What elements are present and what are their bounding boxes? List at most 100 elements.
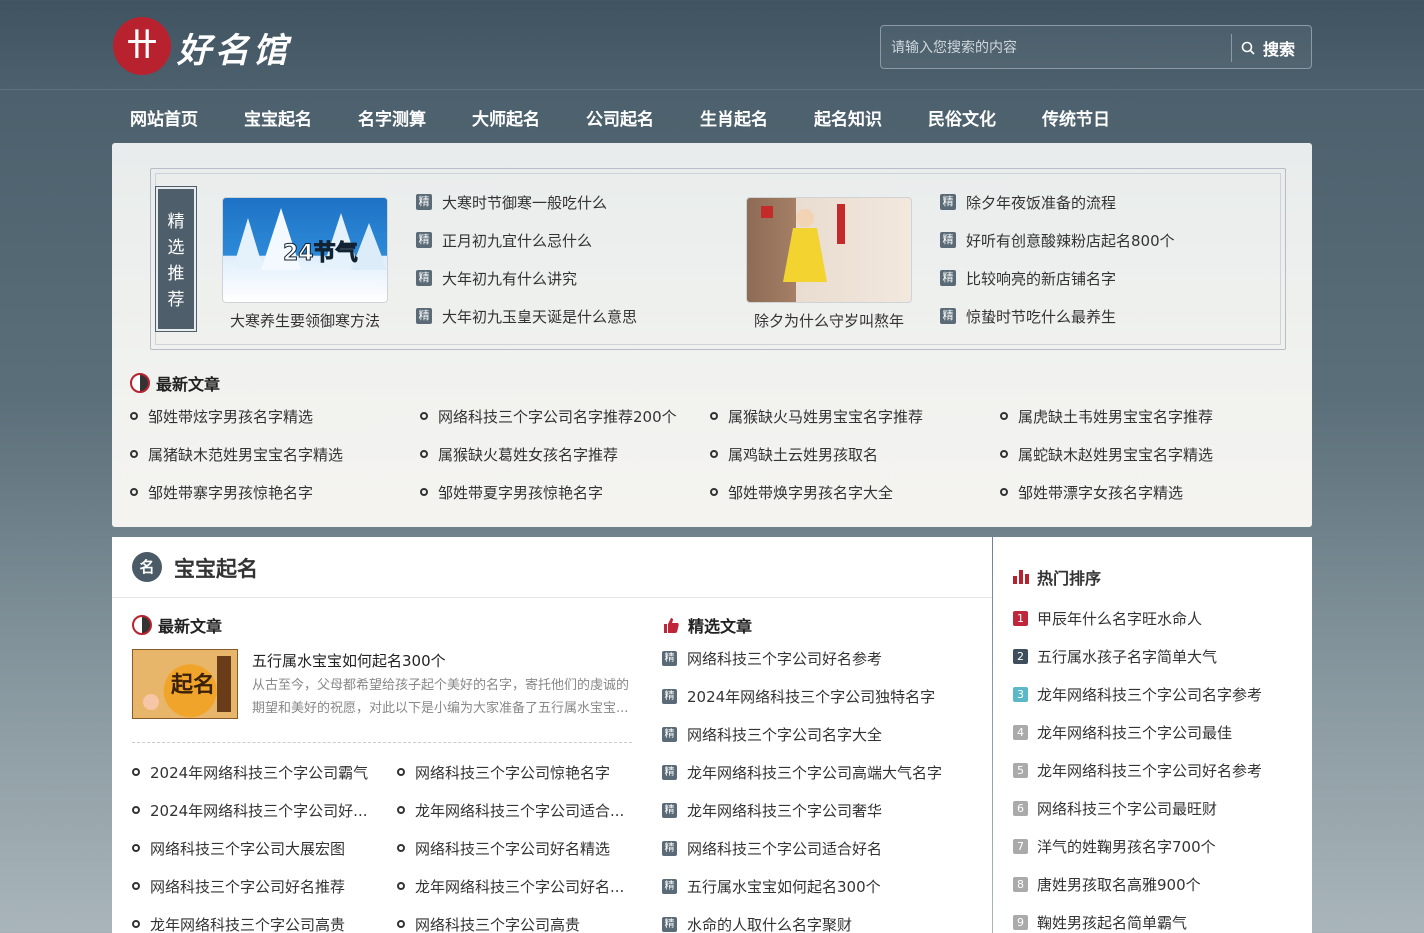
jing-badge: 精 [416,270,432,286]
list-item[interactable]: 属猴缺火葛姓女孩名字推荐 [420,435,710,473]
section-title: 精选文章 [688,617,753,636]
item-text: 邹姓带炫字男孩名字精选 [148,407,314,426]
featured-thumb-1[interactable]: 24节气 [222,197,388,303]
list-item[interactable]: 龙年网络科技三个字公司适合... [397,791,652,829]
nav-item-master-naming[interactable]: 大师起名 [472,105,540,131]
list-item[interactable]: 网络科技三个字公司名字推荐200个 [420,397,710,435]
list-item[interactable]: 网络科技三个字公司大展宏图 [132,829,397,867]
jing-badge: 精 [940,232,956,248]
item-text: 邹姓带寨字男孩惊艳名字 [148,483,314,502]
item-text: 鞠姓男孩起名简单霸气 [1037,913,1188,932]
nav-item-traditional-festivals[interactable]: 传统节日 [1042,105,1110,131]
list-item[interactable]: 邹姓带焕字男孩名字大全 [710,473,1000,511]
bullet-icon [397,844,405,852]
item-text: 惊蛰时节吃什么最养生 [966,307,1117,326]
item-text: 属虎缺土韦姓男宝宝名字推荐 [1018,407,1214,426]
list-item[interactable]: 精水命的人取什么名字聚财 [662,905,942,933]
list-item[interactable]: 邹姓带寨字男孩惊艳名字 [130,473,420,511]
bar-chart-icon [1013,570,1029,584]
rank-item[interactable]: 5 龙年网络科技三个字公司好名参考 [1013,751,1262,789]
list-item[interactable]: 网络科技三个字公司好名推荐 [132,867,397,905]
list-item[interactable]: 精五行属水宝宝如何起名300个 [662,867,942,905]
list-item[interactable]: 精好听有创意酸辣粉店起名800个 [940,221,1175,259]
featured-caption-1[interactable]: 大寒养生要领御寒方法 [215,310,395,331]
nav-item-company-naming[interactable]: 公司起名 [586,105,654,131]
list-item[interactable]: 精龙年网络科技三个字公司奢华 [662,791,942,829]
rank-item[interactable]: 1 甲辰年什么名字旺水命人 [1013,599,1262,637]
item-text: 网络科技三个字公司大展宏图 [150,839,346,858]
bullet-icon [130,488,138,496]
rank-item[interactable]: 9 鞠姓男孩起名简单霸气 [1013,903,1262,933]
list-item[interactable]: 精龙年网络科技三个字公司高端大气名字 [662,753,942,791]
yinyang-icon [132,615,152,635]
search-button-label: 搜索 [1263,40,1296,59]
nav-item-name-test[interactable]: 名字测算 [358,105,426,131]
section-header: 名 宝宝起名 [112,537,992,598]
rank-item[interactable]: 2 五行属水孩子名字简单大气 [1013,637,1262,675]
list-item[interactable]: 属蛇缺木赵姓男宝宝名字精选 [1000,435,1290,473]
list-item[interactable]: 邹姓带漂字女孩名字精选 [1000,473,1290,511]
list-item[interactable]: 龙年网络科技三个字公司好名... [397,867,652,905]
list-item[interactable]: 网络科技三个字公司好名精选 [397,829,652,867]
list-item[interactable]: 网络科技三个字公司惊艳名字 [397,753,652,791]
list-item[interactable]: 邹姓带炫字男孩名字精选 [130,397,420,435]
section-title: 最新文章 [158,617,223,636]
rank-item[interactable]: 7 洋气的姓鞠男孩名字700个 [1013,827,1262,865]
list-item[interactable]: 精惊蛰时节吃什么最养生 [940,297,1175,335]
featured-list-1: 精大寒时节御寒一般吃什么 精正月初九宜什么忌什么 精大年初九有什么讲究 精大年初… [416,183,637,335]
bullet-icon [132,882,140,890]
list-item[interactable]: 精大年初九有什么讲究 [416,259,637,297]
search-button[interactable]: 搜索 [1241,35,1295,61]
rank-number: 7 [1013,838,1028,854]
bullet-icon [130,412,138,420]
list-item[interactable]: 属猴缺火马姓男宝宝名字推荐 [710,397,1000,435]
list-item[interactable]: 精网络科技三个字公司好名参考 [662,639,942,677]
article-title[interactable]: 五行属水宝宝如何起名300个 [252,650,446,671]
search-box: 搜索 [880,25,1312,69]
item-text: 属猴缺火马姓男宝宝名字推荐 [728,407,924,426]
list-item[interactable]: 精网络科技三个字公司适合好名 [662,829,942,867]
list-item[interactable]: 精大年初九玉皇天诞是什么意思 [416,297,637,335]
rank-item[interactable]: 3 龙年网络科技三个字公司名字参考 [1013,675,1262,713]
list-item[interactable]: 精除夕年夜饭准备的流程 [940,183,1175,221]
list-item[interactable]: 精网络科技三个字公司名字大全 [662,715,942,753]
featured-caption-2[interactable]: 除夕为什么守岁叫熬年 [739,310,919,331]
search-input[interactable] [891,36,1221,60]
featured-thumb-2[interactable] [746,197,912,303]
section-title[interactable]: 宝宝起名 [174,553,258,583]
rank-number: 1 [1013,610,1028,626]
list-item[interactable]: 网络科技三个字公司高贵 [397,905,652,933]
list-item[interactable]: 精比较响亮的新店铺名字 [940,259,1175,297]
item-text: 正月初九宜什么忌什么 [442,231,593,250]
baby-article-list: 2024年网络科技三个字公司霸气 网络科技三个字公司惊艳名字 2024年网络科技… [132,753,652,933]
nav-item-home[interactable]: 网站首页 [130,105,198,131]
rank-item[interactable]: 4 龙年网络科技三个字公司最佳 [1013,713,1262,751]
bullet-icon [1000,488,1008,496]
list-item[interactable]: 精正月初九宜什么忌什么 [416,221,637,259]
nav-item-zodiac-naming[interactable]: 生肖起名 [700,105,768,131]
item-text: 洋气的姓鞠男孩名字700个 [1037,837,1216,856]
jing-badge: 精 [940,270,956,286]
thumb-1-text: 24节气 [283,240,358,266]
list-item[interactable]: 精 2024年网络科技三个字公司独特名字 [662,677,942,715]
nav-item-folk-culture[interactable]: 民俗文化 [928,105,996,131]
list-item[interactable]: 龙年网络科技三个字公司高贵 [132,905,397,933]
bullet-icon [132,920,140,928]
rank-item[interactable]: 6 网络科技三个字公司最旺财 [1013,789,1262,827]
list-item[interactable]: 2024年网络科技三个字公司好... [132,791,397,829]
bullet-icon [397,768,405,776]
rank-item[interactable]: 8 唐姓男孩取名高雅900个 [1013,865,1262,903]
list-item[interactable]: 精大寒时节御寒一般吃什么 [416,183,637,221]
list-item[interactable]: 属猪缺木范姓男宝宝名字精选 [130,435,420,473]
nav-item-baby-naming[interactable]: 宝宝起名 [244,105,312,131]
nav-item-naming-knowledge[interactable]: 起名知识 [814,105,882,131]
site-logo[interactable]: 卄 好名馆 [113,15,303,75]
main-nav: 网站首页 宝宝起名 名字测算 大师起名 公司起名 生肖起名 起名知识 民俗文化 … [130,105,1156,131]
list-item[interactable]: 属鸡缺土云姓男孩取名 [710,435,1000,473]
list-item[interactable]: 2024年网络科技三个字公司霸气 [132,753,397,791]
section-title: 热门排序 [1037,569,1102,588]
article-thumbnail[interactable]: 起名 [132,649,238,719]
list-item[interactable]: 属虎缺土韦姓男宝宝名字推荐 [1000,397,1290,435]
logo-mark: 卄 [113,17,171,75]
list-item[interactable]: 邹姓带夏字男孩惊艳名字 [420,473,710,511]
